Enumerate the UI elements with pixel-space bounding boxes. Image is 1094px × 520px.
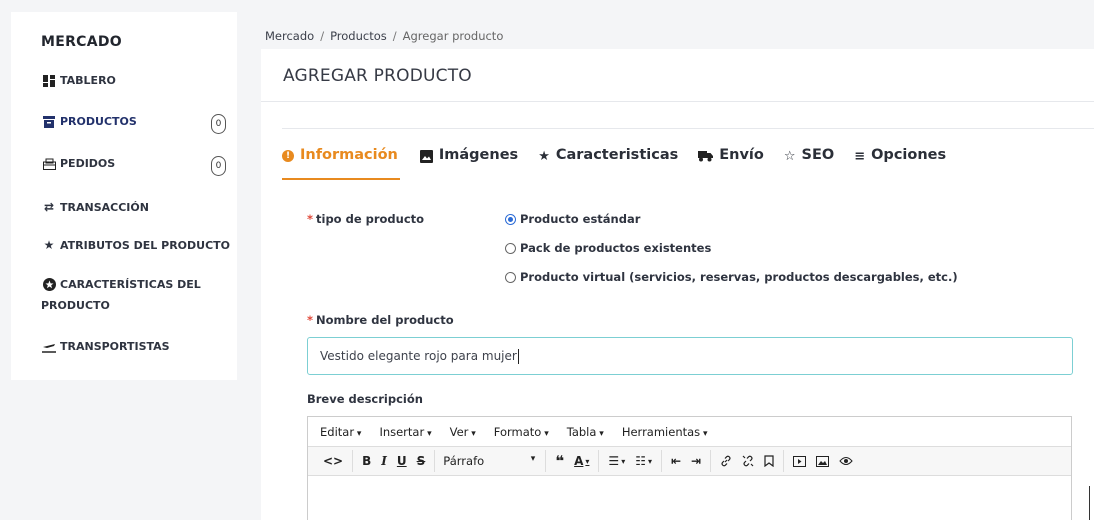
info-icon: ! [282, 147, 294, 165]
bullet-list-icon[interactable]: ☰ ▾ [603, 451, 630, 471]
sidebar-item-label: CARACTERÍSTICAS DEL [60, 278, 201, 291]
image-insert-icon[interactable] [811, 451, 834, 471]
tab-informacion[interactable]: ! Información [282, 147, 400, 180]
dashboard-icon [41, 74, 57, 87]
divider [282, 128, 1094, 129]
breadcrumb-root[interactable]: Mercado [265, 29, 314, 43]
truck-icon [698, 147, 714, 165]
page-title: AGREGAR PRODUCTO [283, 66, 472, 86]
sidebar: MERCADO TABLERO PRODUCTOS 0 PEDIDOS 0 ⇄ … [11, 12, 237, 380]
sidebar-item-label: TRANSACCIÓN [60, 200, 149, 214]
underline-icon[interactable]: U [392, 451, 412, 471]
radio-icon [505, 242, 516, 254]
sidebar-item-transaccion[interactable]: ⇄ TRANSACCIÓN [41, 200, 231, 214]
short-description-label: Breve descripción [307, 392, 423, 406]
tab-envio[interactable]: Envío [698, 147, 764, 180]
image-icon [419, 147, 433, 165]
sidebar-item-atributos[interactable]: ★ ATRIBUTOS DEL PRODUCTO [41, 238, 231, 252]
radio-producto-virtual[interactable]: Producto virtual (servicios, reservas, p… [505, 270, 958, 284]
list-icon: ≡ [854, 148, 866, 164]
tab-seo[interactable]: ☆ SEO [784, 147, 834, 180]
editor-menubar: Editar Insertar Ver Formato Tabla Herram… [308, 417, 1071, 446]
radio-icon [505, 271, 516, 283]
divider [261, 101, 1094, 102]
form-card: AGREGAR PRODUCTO ! Información Imágenes … [261, 49, 1094, 520]
sidebar-item-tablero[interactable]: TABLERO [41, 74, 231, 87]
strikethrough-icon[interactable]: S [412, 451, 431, 471]
sidebar-item-label: PRODUCTOS [60, 115, 137, 128]
sidebar-item-pedidos[interactable]: PEDIDOS 0 [41, 156, 231, 176]
sidebar-item-label: TABLERO [60, 74, 116, 87]
radio-producto-estandar[interactable]: Producto estándar [505, 212, 640, 226]
blockquote-icon[interactable]: ❝ [550, 451, 569, 471]
numbered-list-icon[interactable]: ☷ ▾ [630, 451, 657, 471]
radio-pack-productos[interactable]: Pack de productos existentes [505, 241, 711, 255]
tab-opciones[interactable]: ≡ Opciones [854, 147, 946, 180]
sidebar-item-label: ATRIBUTOS DEL PRODUCTO [60, 238, 231, 252]
box-icon [41, 115, 57, 128]
media-icon[interactable] [788, 451, 811, 471]
link-icon[interactable] [715, 451, 737, 471]
product-name-input[interactable]: Vestido elegante rojo para mujer [307, 337, 1073, 375]
rich-text-editor: Editar Insertar Ver Formato Tabla Herram… [307, 416, 1072, 520]
product-type-label: * tipo de producto [307, 212, 425, 226]
editor-toolbar: <> B I U S Párrafo ▾ ❝ A ▾ ☰ ▾ ☷ ▾ ⇤ ⇥ [308, 446, 1071, 476]
tab-bar: ! Información Imágenes ★ Caracteristicas… [282, 147, 966, 180]
editor-content-area[interactable] [308, 476, 1071, 520]
star-icon: ★ [538, 148, 550, 164]
italic-icon[interactable]: I [376, 451, 392, 471]
menu-herramientas[interactable]: Herramientas [622, 425, 708, 439]
orders-icon [41, 158, 57, 170]
breadcrumb-current: Agregar producto [402, 29, 504, 43]
indent-icon[interactable]: ⇥ [686, 451, 706, 471]
tab-caracteristicas[interactable]: ★ Caracteristicas [538, 147, 678, 180]
menu-editar[interactable]: Editar [320, 425, 361, 439]
scrollbar-edge [1089, 486, 1090, 520]
main-content: Mercado / Productos / Agregar producto AGREG… [261, 17, 1094, 520]
sidebar-item-label-cont: PRODUCTO [41, 299, 110, 312]
tab-imagenes[interactable]: Imágenes [419, 147, 518, 180]
sidebar-item-transportistas[interactable]: TRANSPORTISTAS [41, 340, 231, 353]
menu-ver[interactable]: Ver [450, 425, 476, 439]
outdent-icon[interactable]: ⇤ [666, 451, 686, 471]
sidebar-item-label: PEDIDOS [60, 157, 116, 170]
block-format-select[interactable]: Párrafo ▾ [439, 454, 541, 468]
product-name-label: * Nombre del producto [307, 313, 454, 327]
menu-formato[interactable]: Formato [494, 425, 549, 439]
menu-insertar[interactable]: Insertar [379, 425, 431, 439]
sidebar-title: MERCADO [41, 34, 123, 50]
bold-icon[interactable]: B [357, 451, 376, 471]
plane-icon [41, 341, 57, 353]
preview-icon[interactable] [834, 451, 858, 471]
unlink-icon[interactable] [737, 451, 759, 471]
count-badge: 0 [211, 114, 226, 134]
source-code-icon[interactable]: <> [318, 451, 348, 471]
bookmark-icon[interactable] [759, 451, 779, 471]
features-icon [41, 278, 57, 291]
sidebar-item-caracteristicas[interactable]: CARACTERÍSTICAS DEL PRODUCTO [41, 274, 231, 316]
text-caret [517, 348, 519, 364]
breadcrumb-section[interactable]: Productos [330, 29, 387, 43]
star-outline-icon: ☆ [783, 148, 796, 164]
sidebar-item-productos[interactable]: PRODUCTOS 0 [41, 114, 231, 134]
radio-selected-icon [505, 213, 516, 225]
breadcrumb: Mercado / Productos / Agregar producto [265, 29, 504, 43]
text-color-icon[interactable]: A ▾ [569, 451, 594, 471]
count-badge: 0 [211, 156, 226, 176]
menu-tabla[interactable]: Tabla [567, 425, 604, 439]
transfer-icon: ⇄ [43, 200, 55, 214]
star-icon: ★ [43, 238, 55, 252]
sidebar-item-label: TRANSPORTISTAS [60, 340, 170, 353]
